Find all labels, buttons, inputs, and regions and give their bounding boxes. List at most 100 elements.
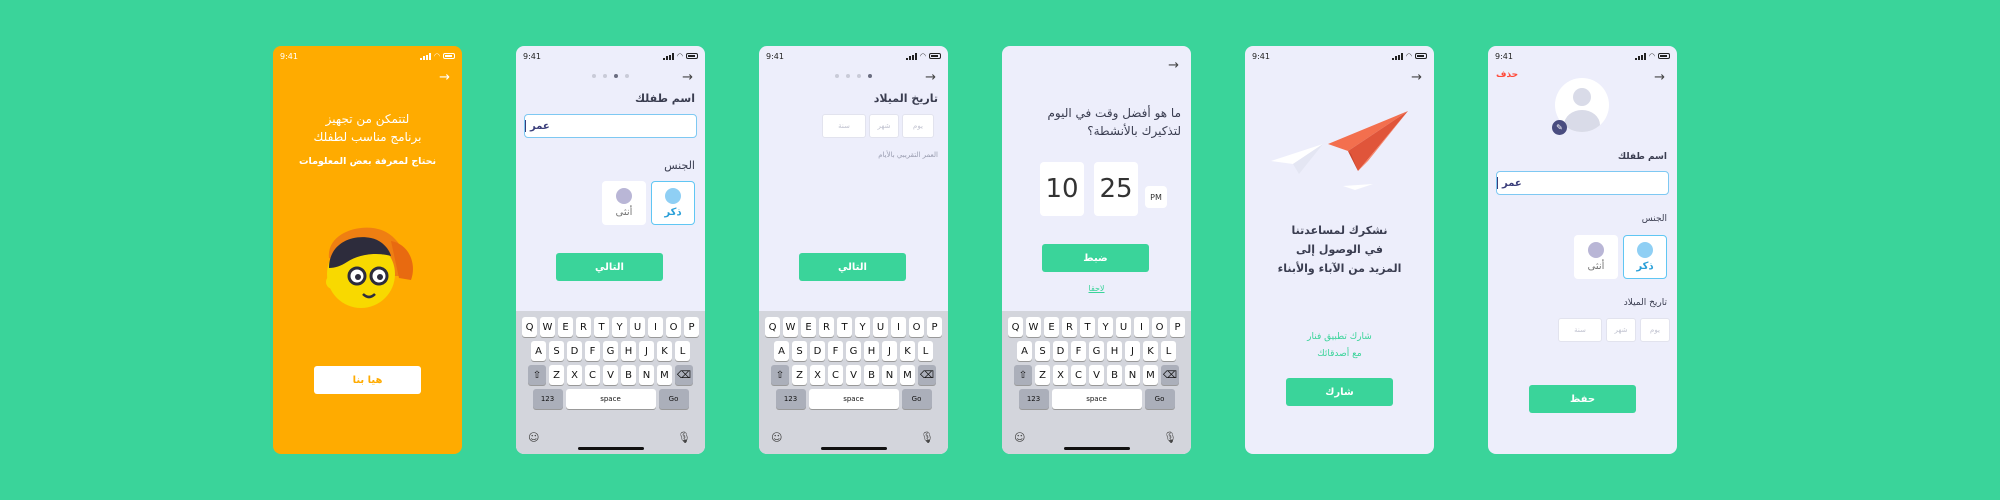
emoji-icon[interactable]: ☺ [771, 431, 782, 444]
key-t[interactable]: T [837, 317, 852, 337]
key-y[interactable]: Y [855, 317, 870, 337]
later-link[interactable]: لاحقا [1002, 284, 1191, 293]
minute-picker[interactable]: 25 [1094, 162, 1138, 216]
numbers-key[interactable]: 123 [775, 389, 806, 409]
key-o[interactable]: O [1152, 317, 1167, 337]
space-key[interactable]: space [565, 389, 656, 409]
key-j[interactable]: J [882, 341, 897, 361]
emoji-icon[interactable]: ☺ [528, 431, 539, 444]
key-q[interactable]: Q [1008, 317, 1023, 337]
shift-key-icon[interactable]: ⇧ [528, 365, 546, 385]
key-l[interactable]: L [675, 341, 690, 361]
key-a[interactable]: A [1017, 341, 1032, 361]
key-x[interactable]: X [810, 365, 825, 385]
key-g[interactable]: G [1089, 341, 1104, 361]
key-f[interactable]: F [828, 341, 843, 361]
key-u[interactable]: U [1116, 317, 1131, 337]
key-j[interactable]: J [1125, 341, 1140, 361]
key-s[interactable]: S [1035, 341, 1050, 361]
child-name-input[interactable]: عمر [524, 114, 697, 138]
key-h[interactable]: H [864, 341, 879, 361]
key-n[interactable]: N [1125, 365, 1140, 385]
key-y[interactable]: Y [612, 317, 627, 337]
month-input[interactable]: شهر [1606, 318, 1636, 342]
key-u[interactable]: U [630, 317, 645, 337]
key-j[interactable]: J [639, 341, 654, 361]
key-a[interactable]: A [531, 341, 546, 361]
emoji-icon[interactable]: ☺ [1014, 431, 1025, 444]
key-m[interactable]: M [1143, 365, 1158, 385]
gender-female-option[interactable]: أنثى [1574, 235, 1618, 279]
numbers-key[interactable]: 123 [532, 389, 563, 409]
space-key[interactable]: space [808, 389, 899, 409]
key-m[interactable]: M [900, 365, 915, 385]
key-c[interactable]: C [585, 365, 600, 385]
key-g[interactable]: G [846, 341, 861, 361]
key-a[interactable]: A [774, 341, 789, 361]
key-f[interactable]: F [1071, 341, 1086, 361]
gender-female-option[interactable]: أنثى [602, 181, 646, 225]
key-i[interactable]: I [648, 317, 663, 337]
go-key[interactable]: Go [901, 389, 932, 409]
backspace-key-icon[interactable]: ⌫ [1161, 365, 1179, 385]
key-r[interactable]: R [1062, 317, 1077, 337]
key-w[interactable]: W [783, 317, 798, 337]
backspace-key-icon[interactable]: ⌫ [918, 365, 936, 385]
year-input[interactable]: سنة [822, 114, 866, 138]
day-input[interactable]: يوم [902, 114, 934, 138]
key-r[interactable]: R [576, 317, 591, 337]
key-y[interactable]: Y [1098, 317, 1113, 337]
key-o[interactable]: O [909, 317, 924, 337]
gender-male-option[interactable]: ذكر [1623, 235, 1667, 279]
microphone-icon[interactable]: 🎙 [677, 431, 691, 444]
share-button[interactable]: شارك [1286, 378, 1393, 406]
key-i[interactable]: I [1134, 317, 1149, 337]
key-c[interactable]: C [828, 365, 843, 385]
key-x[interactable]: X [567, 365, 582, 385]
shift-key-icon[interactable]: ⇧ [1014, 365, 1032, 385]
key-d[interactable]: D [810, 341, 825, 361]
key-h[interactable]: H [1107, 341, 1122, 361]
period-picker[interactable]: PM [1145, 186, 1167, 208]
key-v[interactable]: V [1089, 365, 1104, 385]
forward-arrow-icon[interactable]: → [1168, 58, 1179, 73]
backspace-key-icon[interactable]: ⌫ [675, 365, 693, 385]
key-g[interactable]: G [603, 341, 618, 361]
key-c[interactable]: C [1071, 365, 1086, 385]
forward-arrow-icon[interactable]: → [1411, 70, 1422, 85]
key-p[interactable]: P [684, 317, 699, 337]
key-n[interactable]: N [882, 365, 897, 385]
key-e[interactable]: E [801, 317, 816, 337]
shift-key-icon[interactable]: ⇧ [771, 365, 789, 385]
key-m[interactable]: M [657, 365, 672, 385]
key-b[interactable]: B [1107, 365, 1122, 385]
microphone-icon[interactable]: 🎙 [920, 431, 934, 444]
key-k[interactable]: K [657, 341, 672, 361]
next-button[interactable]: التالي [556, 253, 663, 281]
key-o[interactable]: O [666, 317, 681, 337]
delete-link[interactable]: حذف [1496, 70, 1518, 80]
key-s[interactable]: S [792, 341, 807, 361]
save-button[interactable]: حفظ [1529, 385, 1636, 413]
key-l[interactable]: L [1161, 341, 1176, 361]
day-input[interactable]: يوم [1640, 318, 1670, 342]
key-q[interactable]: Q [765, 317, 780, 337]
year-input[interactable]: سنة [1558, 318, 1602, 342]
key-v[interactable]: V [603, 365, 618, 385]
space-key[interactable]: space [1051, 389, 1142, 409]
key-z[interactable]: Z [549, 365, 564, 385]
set-button[interactable]: ضبط [1042, 244, 1149, 272]
child-name-input[interactable]: عمر [1496, 171, 1669, 195]
gender-male-option[interactable]: ذكر [651, 181, 695, 225]
key-s[interactable]: S [549, 341, 564, 361]
key-p[interactable]: P [1170, 317, 1185, 337]
key-i[interactable]: I [891, 317, 906, 337]
key-q[interactable]: Q [522, 317, 537, 337]
microphone-icon[interactable]: 🎙 [1163, 431, 1177, 444]
key-r[interactable]: R [819, 317, 834, 337]
key-k[interactable]: K [900, 341, 915, 361]
key-t[interactable]: T [1080, 317, 1095, 337]
key-e[interactable]: E [1044, 317, 1059, 337]
key-d[interactable]: D [1053, 341, 1068, 361]
key-n[interactable]: N [639, 365, 654, 385]
